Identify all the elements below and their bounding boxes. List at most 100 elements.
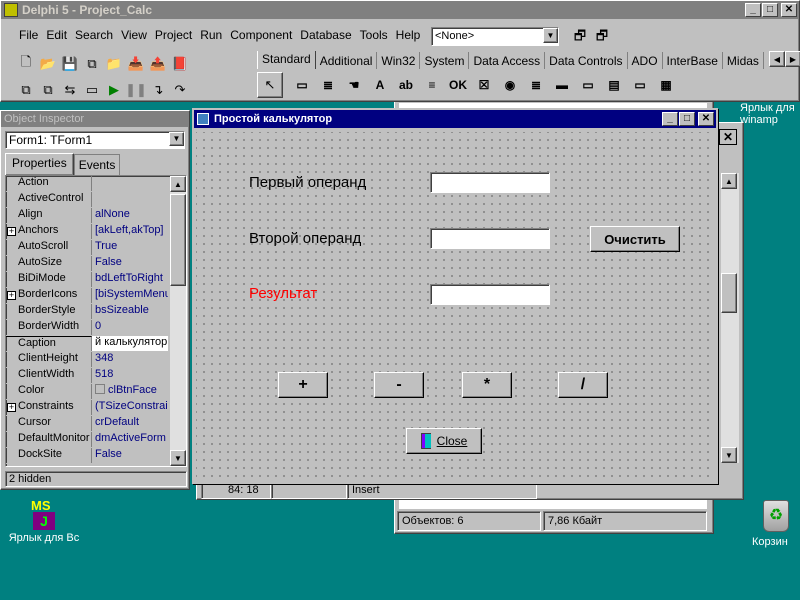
minus-button[interactable]: -: [374, 372, 424, 398]
property-row[interactable]: Caption й калькулятор: [6, 336, 168, 352]
menu-edit[interactable]: Edit: [42, 25, 71, 47]
palette-component-icon[interactable]: ▦: [653, 72, 679, 98]
property-value[interactable]: True: [92, 240, 168, 255]
toggle-form-unit-icon[interactable]: ⇆: [59, 79, 81, 101]
property-row[interactable]: BorderStyle bsSizeable: [6, 304, 168, 320]
property-row[interactable]: Align alNone: [6, 208, 168, 224]
menu-run[interactable]: Run: [196, 25, 226, 47]
property-row[interactable]: Cursor crDefault: [6, 416, 168, 432]
palette-tab-interbase[interactable]: InterBase: [662, 52, 723, 69]
property-value[interactable]: dmActiveForm: [92, 432, 168, 447]
form-design-surface[interactable]: Первый операнд Второй операнд Очистить Р…: [196, 132, 714, 480]
property-vscrollbar[interactable]: ▲ ▼: [170, 176, 186, 466]
property-row[interactable]: AutoScroll True: [6, 240, 168, 256]
palette-component-icon[interactable]: ▭: [627, 72, 653, 98]
property-value[interactable]: alNone: [92, 208, 168, 223]
palette-component-icon[interactable]: ▬: [549, 72, 575, 98]
minimize-button[interactable]: _: [662, 112, 678, 126]
palette-scroll-left-icon[interactable]: ◀: [769, 51, 785, 67]
close-button[interactable]: ✕: [698, 112, 714, 126]
minimize-button[interactable]: _: [745, 3, 761, 17]
palette-scroll-right-icon[interactable]: ▶: [785, 51, 800, 67]
pause-icon[interactable]: ❚❚: [125, 79, 147, 101]
palette-tab-win32[interactable]: Win32: [377, 52, 421, 69]
property-row[interactable]: + Constraints (TSizeConstrain: [6, 400, 168, 416]
property-value[interactable]: [92, 176, 168, 191]
close-button[interactable]: ✕: [781, 3, 797, 17]
clear-button[interactable]: Очистить: [590, 226, 680, 252]
property-row[interactable]: ClientHeight 348: [6, 352, 168, 368]
property-row[interactable]: DockSite False: [6, 448, 168, 464]
property-value[interactable]: bdLeftToRight: [92, 272, 168, 287]
result-input[interactable]: [430, 284, 550, 305]
property-value[interactable]: clBtnFace: [92, 384, 168, 399]
property-row[interactable]: AutoSize False: [6, 256, 168, 272]
property-row[interactable]: BorderWidth 0: [6, 320, 168, 336]
pointer-tool-icon[interactable]: ↖: [257, 72, 283, 98]
scroll-thumb[interactable]: [170, 194, 186, 286]
chevron-down-icon[interactable]: ▼: [169, 132, 184, 146]
palette-component-icon[interactable]: ≡: [419, 72, 445, 98]
editor-close-button[interactable]: ✕: [719, 129, 737, 145]
trace-into-icon[interactable]: ↴: [147, 79, 169, 101]
step-over-icon[interactable]: ↷: [169, 79, 191, 101]
save-icon[interactable]: 💾: [59, 53, 81, 75]
object-selector-combo[interactable]: Form1: TForm1 ▼: [5, 131, 185, 149]
menu-component[interactable]: Component: [226, 25, 296, 47]
scroll-thumb[interactable]: [721, 273, 737, 313]
config-combo[interactable]: <None> ▼: [431, 27, 559, 46]
new-icon[interactable]: 🗋: [15, 53, 37, 75]
palette-component-icon[interactable]: ▤: [601, 72, 627, 98]
palette-tab-standard[interactable]: Standard: [257, 51, 316, 69]
view-unit-icon[interactable]: ⧉: [15, 79, 37, 101]
scroll-up-icon[interactable]: ▲: [170, 176, 186, 192]
palette-component-icon[interactable]: ▭: [289, 72, 315, 98]
scroll-down-icon[interactable]: ▼: [170, 450, 186, 466]
chevron-down-icon[interactable]: ▼: [543, 28, 558, 43]
tab-events[interactable]: Events: [73, 154, 121, 175]
property-value[interactable]: bsSizeable: [92, 304, 168, 319]
palette-component-icon[interactable]: ▭: [575, 72, 601, 98]
palette-component-icon[interactable]: A: [367, 72, 393, 98]
scroll-up-icon[interactable]: ▲: [721, 173, 737, 189]
property-row[interactable]: ActiveControl: [6, 192, 168, 208]
palette-tab-midas[interactable]: Midas: [722, 52, 764, 69]
expand-plus-icon[interactable]: +: [7, 227, 16, 236]
menu-database[interactable]: Database: [296, 25, 355, 47]
desktop-shortcut-winamp[interactable]: Ярлык для winamp: [740, 102, 800, 126]
property-row[interactable]: BiDiMode bdLeftToRight: [6, 272, 168, 288]
property-value[interactable]: 348: [92, 352, 168, 367]
property-value[interactable]: [akLeft,akTop]: [92, 224, 168, 239]
property-value[interactable]: crDefault: [92, 416, 168, 431]
remove-from-project-icon[interactable]: 📤: [147, 53, 169, 75]
palette-component-icon[interactable]: ◉: [497, 72, 523, 98]
menu-search[interactable]: Search: [71, 25, 117, 47]
menu-view[interactable]: View: [117, 25, 151, 47]
palette-component-icon[interactable]: ab: [393, 72, 419, 98]
palette-tab-additional[interactable]: Additional: [315, 52, 378, 69]
property-value[interactable]: 0: [92, 320, 168, 335]
new-form-icon[interactable]: ▭: [81, 79, 103, 101]
palette-tab-system[interactable]: System: [420, 52, 470, 69]
property-row[interactable]: + BorderIcons [biSystemMenu,: [6, 288, 168, 304]
tab-properties[interactable]: Properties: [5, 153, 74, 175]
palette-component-icon[interactable]: OK: [445, 72, 471, 98]
palette-tab-ado[interactable]: ADO: [627, 52, 663, 69]
open-project-icon[interactable]: 📁: [103, 53, 125, 75]
property-value[interactable]: False: [92, 448, 168, 463]
property-value[interactable]: [92, 192, 168, 207]
palette-component-icon[interactable]: ☒: [471, 72, 497, 98]
property-row[interactable]: Color clBtnFace: [6, 384, 168, 400]
palette-tab-data-controls[interactable]: Data Controls: [545, 52, 628, 69]
menu-project[interactable]: Project: [151, 25, 196, 47]
palette-tab-data-access[interactable]: Data Access: [469, 52, 546, 69]
desktop-recycle-bin[interactable]: ♻ Корзин: [752, 500, 800, 548]
palette-component-icon[interactable]: ≣: [523, 72, 549, 98]
menu-help[interactable]: Help: [392, 25, 425, 47]
close-form-button[interactable]: Close: [406, 428, 482, 454]
property-row[interactable]: DefaultMonitor dmActiveForm: [6, 432, 168, 448]
second-operand-input[interactable]: [430, 228, 550, 249]
palette-component-icon[interactable]: ☚: [341, 72, 367, 98]
property-row[interactable]: + Anchors [akLeft,akTop]: [6, 224, 168, 240]
set-debug-desktop-icon[interactable]: 🗗: [591, 27, 613, 49]
